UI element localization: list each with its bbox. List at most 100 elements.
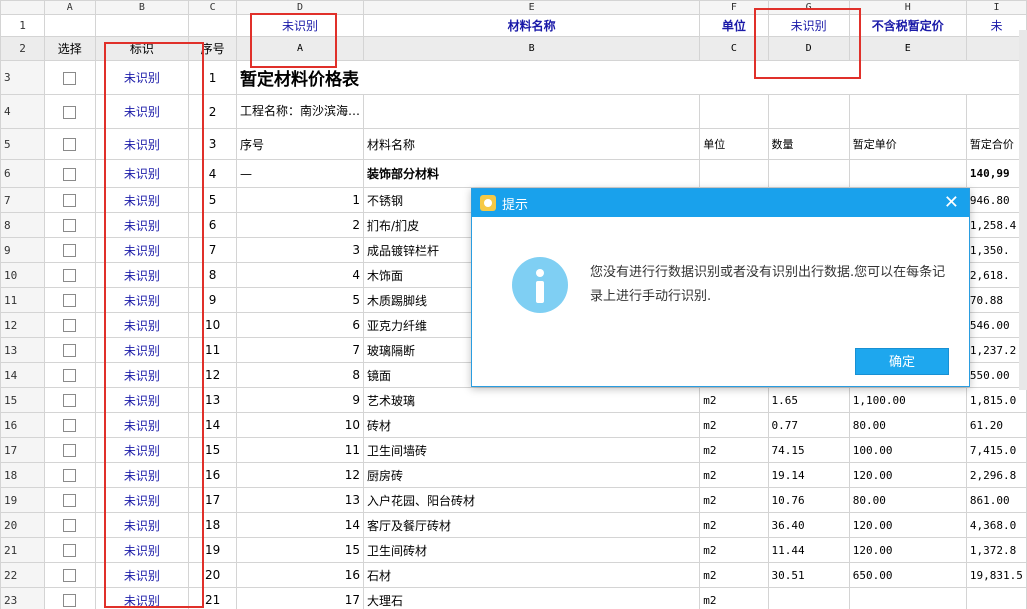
index-cell[interactable]: 7 xyxy=(188,237,238,263)
column-f-identifier[interactable]: 单位 xyxy=(699,14,769,37)
checkbox[interactable] xyxy=(63,369,77,382)
cell-d[interactable]: 0.77 xyxy=(767,412,850,438)
row-number[interactable]: 18 xyxy=(0,462,45,488)
select-checkbox[interactable] xyxy=(44,562,96,588)
select-checkbox[interactable] xyxy=(44,312,96,338)
column-g-identifier[interactable]: 未识别 xyxy=(767,14,850,37)
cell-b[interactable]: 砖材 xyxy=(363,412,701,438)
cell-a[interactable]: 10 xyxy=(236,412,365,438)
checkbox[interactable] xyxy=(63,594,77,607)
checkbox[interactable] xyxy=(63,294,77,307)
cell-f[interactable]: 550.00 xyxy=(965,362,1027,388)
cell-f[interactable]: 7,415.0 xyxy=(965,437,1027,463)
select-checkbox[interactable] xyxy=(44,60,96,95)
checkbox[interactable] xyxy=(63,319,77,332)
select-checkbox[interactable] xyxy=(44,437,96,463)
row-number[interactable]: 2 xyxy=(0,36,45,61)
index-cell[interactable]: 1 xyxy=(188,60,238,95)
cell-d[interactable]: 1.65 xyxy=(767,387,850,413)
cell-c[interactable]: m2 xyxy=(699,412,769,438)
cell-f[interactable]: 546.00 xyxy=(965,312,1027,338)
row-number[interactable]: 21 xyxy=(0,537,45,563)
cell-a[interactable]: 9 xyxy=(236,387,365,413)
cell-f[interactable]: 70.88 xyxy=(965,287,1027,313)
index-cell[interactable]: 5 xyxy=(188,187,238,213)
cell-a[interactable]: 8 xyxy=(236,362,365,388)
col-letter-e[interactable]: E xyxy=(363,0,701,15)
cell-a[interactable]: 11 xyxy=(236,437,365,463)
column-i-identifier[interactable]: 未 xyxy=(965,14,1027,37)
select-checkbox[interactable] xyxy=(44,128,96,160)
cell-c[interactable]: m2 xyxy=(699,462,769,488)
cell-b[interactable]: 卫生间砖材 xyxy=(363,537,701,563)
cell-b[interactable]: 石材 xyxy=(363,562,701,588)
cell-b[interactable] xyxy=(363,94,701,129)
index-cell[interactable]: 11 xyxy=(188,337,238,363)
cell-f[interactable]: 1,258.4 xyxy=(965,212,1027,238)
cell-c[interactable]: 单位 xyxy=(699,128,769,160)
cell-e[interactable] xyxy=(848,94,967,129)
select-checkbox[interactable] xyxy=(44,462,96,488)
row-number[interactable]: 16 xyxy=(0,412,45,438)
index-cell[interactable]: 15 xyxy=(188,437,238,463)
mark-cell[interactable]: 未识别 xyxy=(94,212,190,238)
select-checkbox[interactable] xyxy=(44,187,96,213)
cell-b[interactable]: 艺术玻璃 xyxy=(363,387,701,413)
row-number[interactable]: 20 xyxy=(0,512,45,538)
select-checkbox[interactable] xyxy=(44,487,96,513)
cell-f[interactable]: 1,237.2 xyxy=(965,337,1027,363)
mark-cell[interactable]: 未识别 xyxy=(94,337,190,363)
row-number[interactable]: 10 xyxy=(0,262,45,288)
cell-f[interactable]: 2,618. xyxy=(965,262,1027,288)
cell-a[interactable]: 工程名称：南沙滨海… xyxy=(236,94,365,129)
select-checkbox[interactable] xyxy=(44,262,96,288)
cell-a[interactable]: 15 xyxy=(236,537,365,563)
cell-d[interactable]: 74.15 xyxy=(767,437,850,463)
index-cell[interactable]: 17 xyxy=(188,487,238,513)
select-checkbox[interactable] xyxy=(44,94,96,129)
index-cell[interactable]: 9 xyxy=(188,287,238,313)
checkbox[interactable] xyxy=(63,105,77,119)
cell-f[interactable]: 61.20 xyxy=(965,412,1027,438)
cell[interactable] xyxy=(188,14,238,37)
column-h-identifier[interactable]: 不含税暂定价 xyxy=(848,14,967,37)
select-checkbox[interactable] xyxy=(44,159,96,188)
checkbox[interactable] xyxy=(63,194,77,207)
checkbox[interactable] xyxy=(63,569,77,582)
index-cell[interactable]: 14 xyxy=(188,412,238,438)
cell-f[interactable]: 4,368.0 xyxy=(965,512,1027,538)
cell-f[interactable]: 946.80 xyxy=(965,187,1027,213)
mark-cell[interactable]: 未识别 xyxy=(94,412,190,438)
cell-a[interactable]: 暂定材料价格表 xyxy=(236,60,1027,95)
cell-a[interactable]: 16 xyxy=(236,562,365,588)
row-number[interactable]: 11 xyxy=(0,287,45,313)
select-checkbox[interactable] xyxy=(44,287,96,313)
index-cell[interactable]: 19 xyxy=(188,537,238,563)
cell-f[interactable]: 1,815.0 xyxy=(965,387,1027,413)
cell-d[interactable] xyxy=(767,94,850,129)
cell-c[interactable] xyxy=(699,159,769,188)
cell-c[interactable]: m2 xyxy=(699,487,769,513)
index-cell[interactable]: 10 xyxy=(188,312,238,338)
cell-e[interactable]: 100.00 xyxy=(848,437,967,463)
cell-b[interactable]: 卫生间墙砖 xyxy=(363,437,701,463)
row-number[interactable]: 14 xyxy=(0,362,45,388)
cell-c[interactable]: m2 xyxy=(699,537,769,563)
cell-d[interactable] xyxy=(767,587,850,609)
cell-b[interactable]: 客厅及餐厅砖材 xyxy=(363,512,701,538)
select-checkbox[interactable] xyxy=(44,337,96,363)
cell-c[interactable]: m2 xyxy=(699,562,769,588)
col-letter-g[interactable]: G xyxy=(767,0,850,15)
row-number[interactable]: 15 xyxy=(0,387,45,413)
mark-cell[interactable]: 未识别 xyxy=(94,462,190,488)
confirm-button[interactable]: 确定 xyxy=(855,348,949,375)
cell-f[interactable]: 19,831.5 xyxy=(965,562,1027,588)
cell-a[interactable]: 序号 xyxy=(236,128,365,160)
checkbox[interactable] xyxy=(63,71,77,85)
cell-d[interactable]: 11.44 xyxy=(767,537,850,563)
mark-cell[interactable]: 未识别 xyxy=(94,60,190,95)
column-e-identifier[interactable]: 材料名称 xyxy=(363,14,701,37)
col-letter-d[interactable]: D xyxy=(236,0,365,15)
row-number[interactable]: 5 xyxy=(0,128,45,160)
index-cell[interactable]: 6 xyxy=(188,212,238,238)
